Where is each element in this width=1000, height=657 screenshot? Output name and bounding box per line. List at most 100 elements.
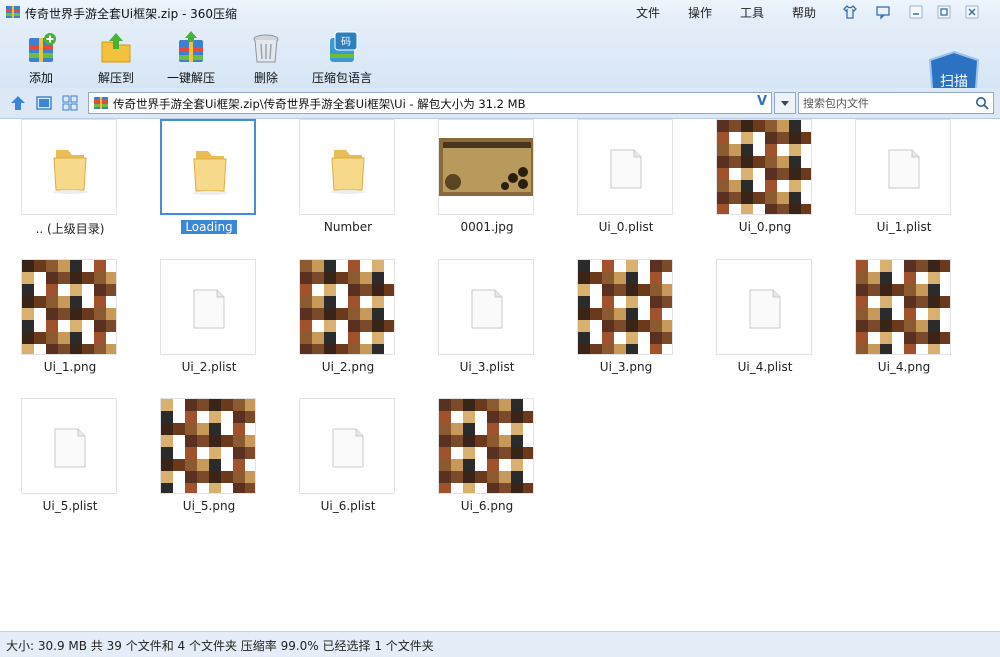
item-thumbnail — [160, 398, 256, 494]
file-icon — [610, 149, 642, 189]
address-verify-icon[interactable]: V — [757, 94, 767, 109]
menu-operate[interactable]: 操作 — [688, 4, 712, 21]
extract-to-button-label: 解压到 — [97, 71, 134, 85]
item-thumbnail — [438, 259, 534, 355]
address-bar: 传奇世界手游全套Ui框架.zip\传奇世界手游全套Ui框架\Ui - 解包大小为… — [0, 88, 1000, 119]
status-bar: 大小: 30.9 MB 共 39 个文件和 4 个文件夹 压缩率 99.0% 已… — [0, 631, 1000, 657]
item-label: Ui_4.png — [877, 360, 931, 374]
item-thumbnail — [577, 119, 673, 215]
file-item[interactable]: Ui_2.png — [293, 259, 403, 389]
file-item[interactable]: Ui_5.plist — [15, 398, 125, 528]
item-label: Ui_4.plist — [737, 360, 793, 374]
svg-text:码: 码 — [341, 36, 351, 48]
search-icon[interactable] — [975, 96, 989, 110]
app-logo-icon — [6, 6, 20, 18]
file-icon — [888, 149, 920, 189]
one-click-extract-icon — [179, 31, 203, 62]
archive-language-icon: 码 — [330, 31, 358, 62]
folder-item[interactable]: .. (上级目录) — [15, 119, 125, 249]
file-icon — [749, 289, 781, 329]
close-icon[interactable] — [964, 4, 980, 20]
item-thumbnail — [855, 119, 951, 215]
spritesheet-thumbnail — [22, 260, 116, 354]
file-item[interactable]: Ui_4.plist — [710, 259, 820, 389]
thumbnail-view-icon[interactable] — [35, 94, 53, 112]
folder-item[interactable]: Loading — [154, 119, 264, 249]
item-label: .. (上级目录) — [35, 222, 105, 236]
item-thumbnail — [438, 398, 534, 494]
item-label: Loading — [181, 220, 237, 234]
file-item[interactable]: Ui_0.png — [710, 119, 820, 249]
item-label: Ui_5.plist — [42, 499, 98, 513]
feedback-icon[interactable] — [875, 4, 891, 20]
file-grid: .. (上级目录) Loading Number 0001.jpg Ui_0.plist… — [0, 119, 1000, 631]
file-icon — [54, 428, 86, 468]
game-screenshot-thumbnail — [439, 138, 533, 196]
extract-to-button[interactable]: 解压到 — [84, 30, 148, 86]
archive-language-button-label: 压缩包语言 — [311, 71, 372, 85]
one-click-extract-button[interactable]: 一键解压 — [159, 30, 223, 86]
toolbar: 添加 解压到 一键解压 删除 码 压缩包语言 扫描 — [0, 24, 1000, 112]
file-item[interactable]: Ui_3.png — [571, 259, 681, 389]
spritesheet-thumbnail — [439, 399, 533, 493]
file-item[interactable]: Ui_4.png — [849, 259, 959, 389]
item-label: Ui_6.png — [460, 499, 514, 513]
menu-file[interactable]: 文件 — [636, 4, 660, 21]
archive-icon — [94, 97, 108, 109]
file-item[interactable]: Ui_1.png — [15, 259, 125, 389]
item-thumbnail — [438, 119, 534, 215]
list-view-icon[interactable] — [61, 94, 79, 112]
file-item[interactable]: Ui_3.plist — [432, 259, 542, 389]
item-label: Ui_3.plist — [459, 360, 515, 374]
item-thumbnail — [160, 259, 256, 355]
item-thumbnail — [855, 259, 951, 355]
search-box — [798, 92, 994, 114]
item-thumbnail — [716, 259, 812, 355]
skin-shirt-icon[interactable] — [842, 4, 858, 20]
file-item[interactable]: Ui_6.plist — [293, 398, 403, 528]
search-input[interactable] — [803, 95, 971, 111]
folder-icon — [52, 150, 88, 194]
spritesheet-thumbnail — [717, 120, 811, 214]
item-thumbnail — [299, 119, 395, 215]
archive-language-button[interactable]: 码 压缩包语言 — [309, 30, 375, 86]
item-thumbnail — [21, 259, 117, 355]
folder-icon — [192, 151, 228, 195]
spritesheet-thumbnail — [578, 260, 672, 354]
menu-tools[interactable]: 工具 — [740, 4, 764, 21]
file-item[interactable]: Ui_2.plist — [154, 259, 264, 389]
delete-button[interactable]: 删除 — [234, 30, 298, 86]
add-button[interactable]: 添加 — [9, 30, 73, 86]
file-item[interactable]: Ui_1.plist — [849, 119, 959, 249]
item-thumbnail — [716, 119, 812, 215]
file-item[interactable]: Ui_6.png — [432, 398, 542, 528]
file-item[interactable]: Ui_5.png — [154, 398, 264, 528]
menu-help[interactable]: 帮助 — [792, 4, 816, 21]
item-thumbnail — [21, 398, 117, 494]
item-thumbnail — [160, 119, 256, 215]
file-item[interactable]: 0001.jpg — [432, 119, 542, 249]
add-button-label: 添加 — [28, 71, 53, 85]
up-arrow-icon[interactable] — [9, 94, 27, 112]
title-bar: 传奇世界手游全套Ui框架.zip - 360压缩 文件 操作 工具 帮助 — [0, 0, 1000, 24]
spritesheet-thumbnail — [856, 260, 950, 354]
status-text: 大小: 30.9 MB 共 39 个文件和 4 个文件夹 压缩率 99.0% 已… — [6, 639, 434, 653]
spritesheet-thumbnail — [161, 399, 255, 493]
item-label: Ui_6.plist — [320, 499, 376, 513]
item-label: Ui_5.png — [182, 499, 236, 513]
one-click-extract-button-label: 一键解压 — [166, 71, 215, 85]
item-label: Ui_1.plist — [876, 220, 932, 234]
maximize-icon[interactable] — [936, 4, 952, 20]
file-item[interactable]: Ui_0.plist — [571, 119, 681, 249]
address-path: 传奇世界手游全套Ui框架.zip\传奇世界手游全套Ui框架\Ui - 解包大小为… — [113, 97, 526, 111]
item-thumbnail — [299, 259, 395, 355]
item-label: Ui_0.plist — [598, 220, 654, 234]
minimize-icon[interactable] — [908, 4, 924, 20]
file-icon — [332, 428, 364, 468]
item-label: Ui_0.png — [738, 220, 792, 234]
add-archive-icon — [29, 33, 56, 62]
address-field[interactable]: 传奇世界手游全套Ui框架.zip\传奇世界手游全套Ui框架\Ui - 解包大小为… — [88, 92, 772, 114]
address-dropdown-button[interactable] — [774, 92, 796, 114]
delete-icon — [253, 34, 279, 63]
folder-item[interactable]: Number — [293, 119, 403, 249]
